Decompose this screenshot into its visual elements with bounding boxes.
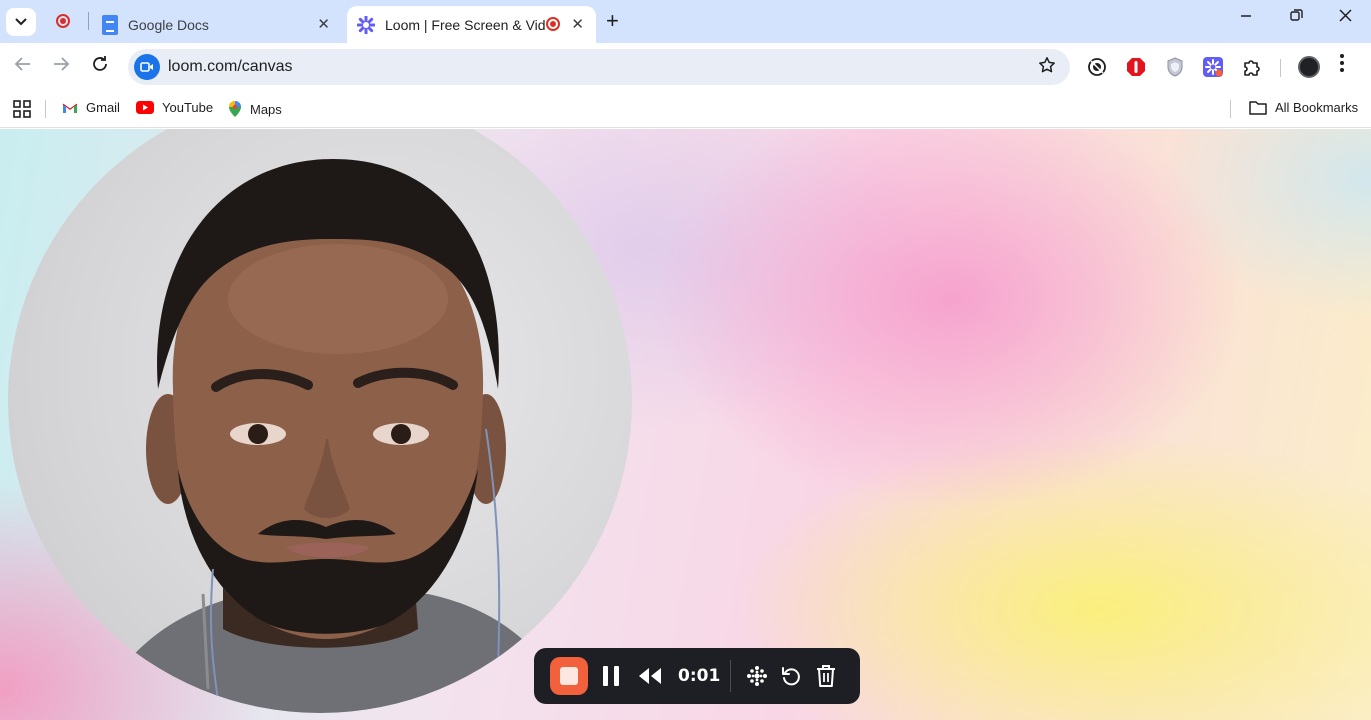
restore-icon[interactable]: [1290, 9, 1303, 27]
bookmark-separator: [1230, 100, 1231, 118]
restart-icon: [782, 667, 800, 686]
address-bar[interactable]: loom.com/canvas: [128, 49, 1070, 85]
restart-button[interactable]: [781, 665, 801, 692]
reload-icon: [93, 56, 107, 71]
chevron-down-icon: [15, 18, 27, 26]
close-window-icon[interactable]: [1339, 9, 1352, 27]
maps-pin-icon: [229, 101, 241, 117]
rewind-icon: [639, 668, 661, 684]
extension-loom-icon[interactable]: [1202, 56, 1224, 78]
back-button[interactable]: [14, 55, 32, 78]
trash-icon: [817, 665, 835, 687]
stop-recording-button[interactable]: [550, 657, 588, 695]
tab-loom[interactable]: Loom | Free Screen & Video Recording ✕: [347, 6, 596, 43]
sparkle-grid-icon: [747, 666, 767, 686]
google-docs-icon: [102, 14, 118, 35]
pinned-tab-recording[interactable]: [56, 14, 70, 33]
effects-button[interactable]: [746, 665, 768, 692]
pause-button[interactable]: [602, 665, 620, 692]
extension-blocker-icon[interactable]: [1086, 56, 1108, 78]
menu-kebab-icon[interactable]: [1340, 54, 1344, 77]
bookmarks-bar: Gmail YouTube Maps All Bookmarks: [0, 91, 1371, 128]
tab-title: Loom | Free Screen & Video Recording: [385, 16, 545, 33]
arrow-right-icon: [54, 57, 70, 71]
gmail-icon: [62, 103, 78, 113]
loom-icon: [357, 15, 375, 34]
loom-canvas: 0:01: [0, 129, 1371, 720]
reload-button[interactable]: [91, 55, 109, 78]
recording-icon: [546, 17, 560, 31]
recording-icon: [56, 14, 70, 28]
tab-search-button[interactable]: [6, 8, 36, 36]
forward-button[interactable]: [52, 55, 70, 78]
video-camera-icon: [140, 62, 153, 72]
bookmark-star-icon[interactable]: [1038, 56, 1056, 79]
extension-adblock-icon[interactable]: [1125, 56, 1147, 78]
stop-icon: [560, 667, 578, 685]
tab-title: Google Docs: [128, 16, 209, 33]
minimize-icon[interactable]: [1240, 9, 1252, 27]
bookmark-label: Gmail: [86, 100, 120, 115]
apps-grid-icon[interactable]: [13, 100, 31, 123]
close-icon[interactable]: ✕: [571, 15, 584, 33]
bookmark-label: Maps: [250, 101, 282, 117]
bookmark-gmail[interactable]: Gmail: [62, 100, 120, 115]
recording-timer: 0:01: [678, 666, 721, 686]
camera-bubble[interactable]: [8, 129, 632, 713]
recording-controls: 0:01: [534, 648, 860, 704]
profile-avatar[interactable]: [1298, 56, 1320, 78]
browser-toolbar: loom.com/canvas: [0, 43, 1371, 91]
new-tab-button[interactable]: +: [606, 9, 619, 33]
close-icon[interactable]: ✕: [317, 15, 330, 33]
extensions-puzzle-icon[interactable]: [1241, 56, 1263, 78]
all-bookmarks-label: All Bookmarks: [1275, 100, 1359, 115]
site-info-icon[interactable]: [134, 54, 160, 80]
folder-icon: [1249, 101, 1267, 115]
tab-separator: [88, 12, 89, 30]
arrow-left-icon: [14, 57, 30, 71]
bookmark-label: YouTube: [162, 100, 214, 115]
url-text[interactable]: loom.com/canvas: [168, 58, 293, 76]
toolbar-separator: [1280, 59, 1281, 77]
bookmark-youtube[interactable]: YouTube: [136, 100, 213, 115]
delete-button[interactable]: [816, 664, 836, 693]
pause-icon: [603, 666, 619, 686]
bookmark-maps[interactable]: Maps: [228, 100, 282, 118]
rewind-button[interactable]: [638, 667, 662, 690]
tab-google-docs[interactable]: Google Docs ✕: [92, 6, 342, 43]
youtube-icon: [136, 101, 154, 114]
webcam-feed: [94, 159, 573, 713]
controls-separator: [730, 660, 731, 692]
extension-shield-icon[interactable]: [1164, 56, 1186, 78]
all-bookmarks-button[interactable]: All Bookmarks: [1249, 100, 1358, 115]
tab-strip: Google Docs ✕ Loom | Free Screen & Video…: [0, 0, 1371, 43]
bookmark-separator: [45, 100, 46, 118]
